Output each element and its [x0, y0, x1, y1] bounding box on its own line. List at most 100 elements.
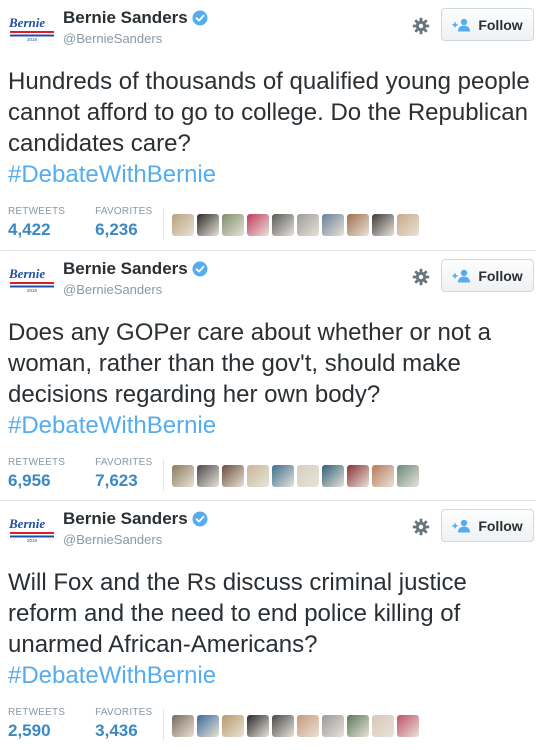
favorites-count[interactable]: 7,623 [95, 471, 152, 491]
add-user-icon [452, 519, 471, 532]
screen-name[interactable]: @BernieSanders [63, 532, 162, 547]
avatar[interactable] [247, 715, 269, 737]
display-name[interactable]: Bernie Sanders [63, 509, 188, 529]
bernie-logo: Bernie 2016 [8, 266, 54, 293]
favorites-count[interactable]: 3,436 [95, 721, 152, 741]
avatar[interactable] [222, 715, 244, 737]
tweet-body: Hundreds of thousands of qualified young… [8, 68, 530, 157]
follow-label: Follow [478, 16, 523, 33]
retweets-label: RETWEETS [8, 707, 66, 718]
tweet-text: Hundreds of thousands of qualified young… [8, 66, 533, 190]
avatar[interactable] [272, 465, 294, 487]
avatar[interactable] [322, 214, 344, 236]
logo-text: Bernie [8, 266, 45, 281]
hashtag-link[interactable]: #DebateWithBernie [8, 662, 216, 689]
tweet-feed: Bernie 2016 Bernie Sanders @BernieSander… [0, 0, 536, 750]
avatar[interactable] [297, 715, 319, 737]
stats-divider [163, 709, 164, 741]
gear-icon[interactable] [412, 17, 430, 35]
avatar[interactable] [322, 465, 344, 487]
avatar[interactable] [197, 214, 219, 236]
avatar[interactable] [372, 715, 394, 737]
avatar[interactable] [272, 214, 294, 236]
avatar[interactable] [222, 465, 244, 487]
gear-icon[interactable] [412, 518, 430, 536]
retweets-stat[interactable]: RETWEETS 6,956 [8, 457, 65, 491]
favorites-stat[interactable]: FAVORITES 7,623 [95, 457, 152, 491]
retweets-label: RETWEETS [8, 457, 66, 468]
avatar[interactable] [197, 465, 219, 487]
avatar[interactable] [372, 214, 394, 236]
avatar[interactable] [397, 715, 419, 737]
avatar[interactable] [372, 465, 394, 487]
avatar[interactable] [322, 715, 344, 737]
favorites-count[interactable]: 6,236 [95, 220, 152, 240]
favorites-label: FAVORITES [95, 206, 153, 217]
avatar[interactable] [397, 214, 419, 236]
avatar[interactable] [297, 214, 319, 236]
follow-label: Follow [478, 517, 523, 534]
follow-button[interactable]: Follow [441, 8, 534, 41]
favoriter-avatars [172, 715, 419, 737]
tweet-text: Will Fox and the Rs discuss criminal jus… [8, 567, 533, 691]
logo-year: 2016 [27, 538, 38, 543]
tweet: Bernie 2016 Bernie Sanders @BernieSander… [0, 500, 536, 750]
screen-name[interactable]: @BernieSanders [63, 282, 162, 297]
follow-button[interactable]: Follow [441, 259, 534, 292]
bernie-logo: Bernie 2016 [8, 516, 54, 543]
hashtag-link[interactable]: #DebateWithBernie [8, 161, 216, 188]
tweet-body: Will Fox and the Rs discuss criminal jus… [8, 569, 467, 658]
avatar[interactable] [197, 715, 219, 737]
bernie-logo: Bernie 2016 [8, 15, 54, 42]
tweet-stats: RETWEETS 2,590 FAVORITES 3,436 [8, 707, 182, 741]
logo-year: 2016 [27, 288, 38, 293]
avatar[interactable] [397, 465, 419, 487]
favorites-label: FAVORITES [95, 707, 153, 718]
avatar[interactable] [172, 715, 194, 737]
favorites-label: FAVORITES [95, 457, 153, 468]
verified-badge-icon [192, 10, 208, 26]
name-line: Bernie Sanders [63, 509, 208, 529]
favorites-stat[interactable]: FAVORITES 6,236 [95, 206, 152, 240]
verified-badge-icon [192, 511, 208, 527]
favoriter-avatars [172, 214, 419, 236]
verified-badge-icon [192, 261, 208, 277]
avatar[interactable] [272, 715, 294, 737]
avatar[interactable] [247, 465, 269, 487]
tweet-text: Does any GOPer care about whether or not… [8, 317, 533, 441]
add-user-icon [452, 269, 471, 282]
avatar[interactable] [172, 465, 194, 487]
retweets-count[interactable]: 6,956 [8, 471, 65, 491]
avatar[interactable] [347, 214, 369, 236]
retweets-label: RETWEETS [8, 206, 66, 217]
avatar[interactable] [297, 465, 319, 487]
retweets-count[interactable]: 4,422 [8, 220, 65, 240]
name-line: Bernie Sanders [63, 259, 208, 279]
avatar[interactable] [347, 715, 369, 737]
retweets-count[interactable]: 2,590 [8, 721, 65, 741]
stats-divider [163, 459, 164, 491]
tweet-stats: RETWEETS 4,422 FAVORITES 6,236 [8, 206, 182, 240]
display-name[interactable]: Bernie Sanders [63, 259, 188, 279]
follow-label: Follow [478, 267, 523, 284]
tweet: Bernie 2016 Bernie Sanders @BernieSander… [0, 0, 536, 250]
logo-text: Bernie [8, 15, 45, 30]
tweet-body: Does any GOPer care about whether or not… [8, 319, 491, 408]
tweet: Bernie 2016 Bernie Sanders @BernieSander… [0, 250, 536, 500]
avatar[interactable] [247, 214, 269, 236]
name-line: Bernie Sanders [63, 8, 208, 28]
logo-year: 2016 [27, 37, 38, 42]
stats-divider [163, 208, 164, 240]
tweet-stats: RETWEETS 6,956 FAVORITES 7,623 [8, 457, 182, 491]
display-name[interactable]: Bernie Sanders [63, 8, 188, 28]
avatar[interactable] [347, 465, 369, 487]
retweets-stat[interactable]: RETWEETS 4,422 [8, 206, 65, 240]
favorites-stat[interactable]: FAVORITES 3,436 [95, 707, 152, 741]
avatar[interactable] [222, 214, 244, 236]
follow-button[interactable]: Follow [441, 509, 534, 542]
avatar[interactable] [172, 214, 194, 236]
retweets-stat[interactable]: RETWEETS 2,590 [8, 707, 65, 741]
hashtag-link[interactable]: #DebateWithBernie [8, 412, 216, 439]
screen-name[interactable]: @BernieSanders [63, 31, 162, 46]
gear-icon[interactable] [412, 268, 430, 286]
